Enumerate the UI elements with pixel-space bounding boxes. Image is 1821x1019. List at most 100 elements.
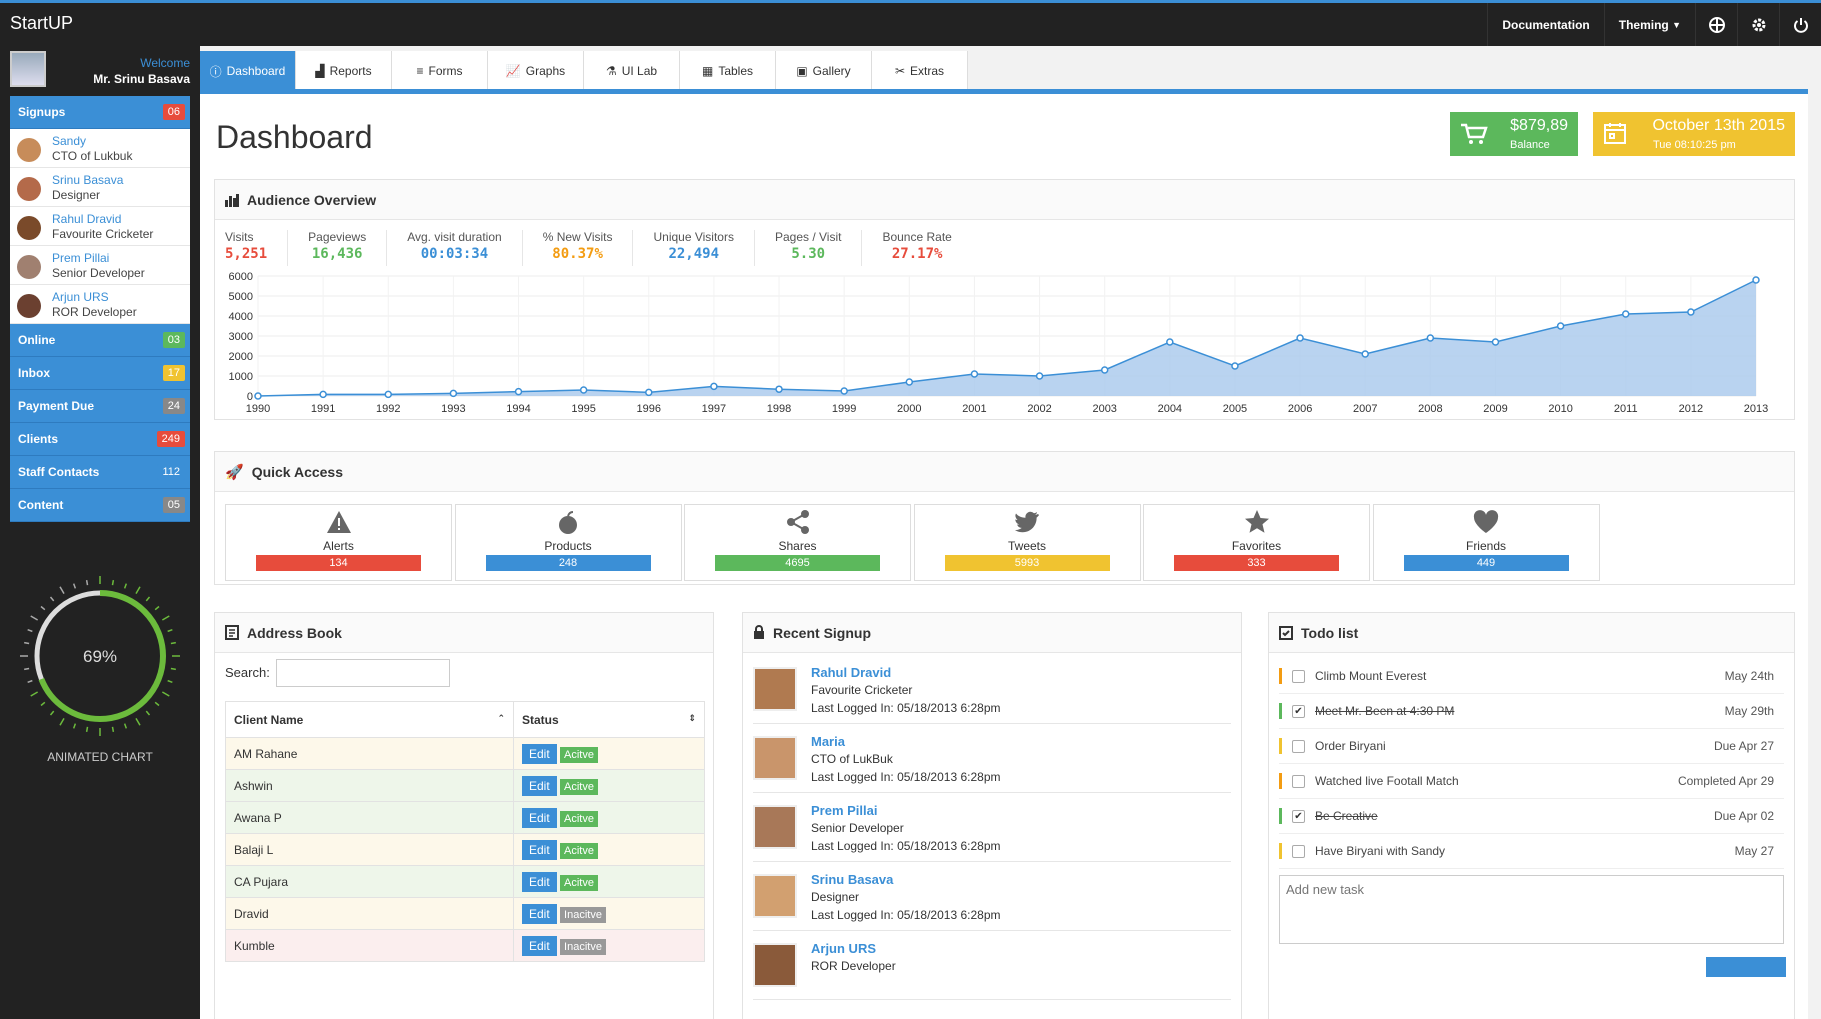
todo-checkbox[interactable] [1292,669,1305,683]
x-tick-label: 2000 [897,403,921,415]
data-point[interactable] [1166,338,1174,346]
data-point[interactable] [905,378,914,386]
main-area: ⓘ Dashboard ▟ Reports ≡ Forms 📈 Graphs ⚗ UI Lab ▦ T… [200,46,1821,1019]
column-header-status[interactable]: Status ⇕ [513,701,705,738]
data-point[interactable] [1100,366,1109,374]
data-point[interactable] [840,387,848,395]
edit-button[interactable]: Edit [522,807,557,828]
signup-name[interactable]: Rahul Dravid [811,665,891,680]
list-item[interactable]: Rahul Dravid Favourite Cricketer Last Logg… [753,655,1231,724]
metric: Unique Visitors 22,494 [653,230,755,266]
data-point[interactable] [710,382,718,391]
documentation-link[interactable]: Documentation [1487,3,1603,46]
list-item[interactable]: Srinu Basava Designer Last Logged In: 05/1… [753,862,1231,931]
signup-name[interactable]: Srinu Basava [811,872,893,887]
sidebar-item-signups[interactable]: Signups 06 [10,96,190,129]
x-tick-label: 1999 [832,403,856,415]
data-point[interactable] [384,390,393,399]
table-row: Awana P Edit Acitve [225,801,705,834]
data-point[interactable] [1231,362,1239,370]
data-point[interactable] [1556,322,1565,330]
edit-button[interactable]: Edit [522,903,557,924]
new-task-input[interactable] [1279,875,1784,944]
data-point[interactable] [254,392,262,400]
top-bar: StartUP Documentation Theming ▼ [0,0,1821,46]
data-point[interactable] [319,390,327,399]
status-cell: Edit Acitve [513,769,705,802]
list-item[interactable]: Maria CTO of LukBuk Last Logged In: 05/18/… [753,724,1231,793]
quick-access-favorites[interactable]: Favorites 333 [1143,504,1370,581]
tab-extras[interactable]: ✂ Extras [872,51,968,91]
data-point[interactable] [1296,334,1304,342]
count-bar: 449 [1403,555,1569,571]
signup-person[interactable]: Arjun URS ROR Developer [10,285,190,324]
data-point[interactable] [970,370,979,378]
todo-checkbox[interactable] [1292,774,1305,788]
tab-gallery[interactable]: ▣ Gallery [776,51,872,91]
data-point[interactable] [1621,310,1630,318]
signup-name[interactable]: Arjun URS [811,941,876,956]
search-input[interactable] [276,659,450,687]
data-point[interactable] [645,388,653,397]
edit-button[interactable]: Edit [522,743,557,764]
todo-checkbox[interactable]: ✔ [1292,809,1305,823]
edit-button[interactable]: Edit [522,775,557,796]
sort-up-icon: ⌃ [497,712,505,723]
edit-button[interactable]: Edit [522,871,557,892]
sidebar-item-clients[interactable]: Clients 249 [10,423,190,456]
sidebar-item-payment-due[interactable]: Payment Due 24 [10,390,190,423]
data-point[interactable] [1361,350,1369,358]
quick-access-friends[interactable]: Friends 449 [1372,504,1600,581]
tab-ui-lab[interactable]: ⚗ UI Lab [584,51,680,91]
data-point[interactable] [1035,372,1044,380]
sidebar-item-staff-contacts[interactable]: Staff Contacts 112 [10,456,190,489]
tab-forms[interactable]: ≡ Forms [392,51,488,91]
todo-item: ✔ Meet Mr. Been at 4:30 PM May 29th [1279,694,1784,729]
column-header-client-name[interactable]: Client Name ⌃ [225,701,514,738]
quick-access-alerts[interactable]: Alerts 134 [225,504,452,581]
x-tick-label: 2007 [1353,403,1377,415]
signup-person[interactable]: Rahul Dravid Favourite Cricketer [10,207,190,246]
tab-tables[interactable]: ▦ Tables [680,51,776,91]
list-item[interactable]: Prem Pillai Senior Developer Last Logged I… [753,793,1231,862]
todo-checkbox[interactable] [1292,739,1305,753]
brand-logo[interactable]: StartUP [10,13,73,34]
list-item[interactable]: Arjun URS ROR Developer [753,931,1231,1000]
count-badge: 17 [162,365,185,381]
gear-icon[interactable] [1737,3,1779,46]
quick-access-products[interactable]: Products 248 [454,504,682,581]
data-point[interactable] [449,389,458,398]
tab-reports[interactable]: ▟ Reports [296,51,392,91]
user-profile[interactable]: Welcome Mr. Srinu Basava [10,51,190,91]
theming-dropdown[interactable]: Theming ▼ [1603,3,1695,46]
sidebar-item-inbox[interactable]: Inbox 17 [10,357,190,390]
signup-role: Designer [811,890,860,904]
signup-person[interactable]: Prem Pillai Senior Developer [10,246,190,285]
tab-graphs[interactable]: 📈 Graphs [488,51,584,91]
signup-name[interactable]: Maria [811,734,845,749]
globe-icon[interactable] [1695,3,1737,46]
sidebar-item-label: Payment Due [18,399,95,413]
signup-person[interactable]: Sandy CTO of Lukbuk [10,129,190,168]
data-point[interactable] [1426,334,1435,342]
data-point[interactable] [1752,276,1760,284]
edit-button[interactable]: Edit [522,839,557,860]
quick-access-tweets[interactable]: Tweets 5993 [913,504,1141,581]
todo-checkbox[interactable]: ✔ [1292,704,1305,718]
data-point[interactable] [514,387,523,396]
edit-button[interactable]: Edit [522,935,557,956]
add-task-button[interactable] [1706,957,1786,977]
data-point[interactable] [775,385,783,393]
power-icon[interactable] [1779,3,1821,46]
sidebar-item-content[interactable]: Content 05 [10,489,190,522]
signup-person[interactable]: Srinu Basava Designer [10,168,190,207]
tab-dashboard[interactable]: ⓘ Dashboard [200,51,296,91]
data-point[interactable] [579,386,588,394]
data-point[interactable] [1687,308,1695,316]
signup-name[interactable]: Prem Pillai [811,803,877,818]
sidebar-item-online[interactable]: Online 03 [10,324,190,357]
data-point[interactable] [1491,338,1500,346]
x-tick-label: 2004 [1158,403,1182,415]
quick-access-shares[interactable]: Shares 4695 [684,504,911,581]
todo-checkbox[interactable] [1292,844,1305,858]
